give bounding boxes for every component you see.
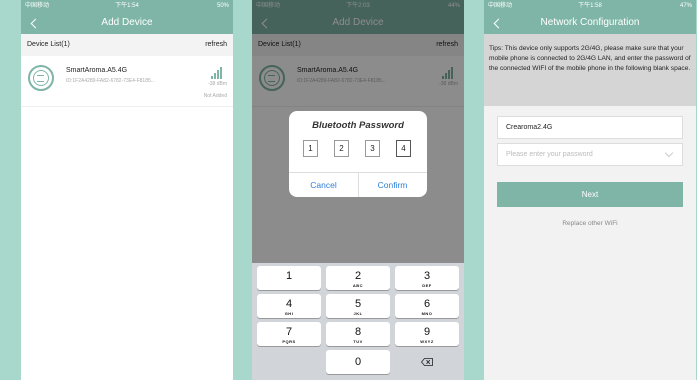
- key-4[interactable]: 4 GHI: [257, 294, 321, 318]
- pin-digit-1[interactable]: 1: [303, 140, 318, 157]
- back-icon[interactable]: [27, 12, 43, 34]
- cancel-button[interactable]: Cancel: [289, 173, 359, 197]
- password-field[interactable]: Please enter your password: [497, 143, 683, 166]
- key-number: 9: [423, 326, 431, 338]
- key-5[interactable]: 5 JKL: [326, 294, 390, 318]
- key-number: 8: [354, 326, 362, 338]
- device-id: ID:1F2A4289-FA82-6782-73E4-F8185...: [66, 78, 155, 84]
- key-6[interactable]: 6 MNO: [395, 294, 459, 318]
- device-status: Not Added: [203, 93, 227, 99]
- key-2[interactable]: 2 ABC: [326, 266, 390, 290]
- key-number: 2: [354, 270, 362, 282]
- key-8[interactable]: 8 TUV: [326, 322, 390, 346]
- key-letters: PQRS: [282, 339, 296, 344]
- device-list-header: Device List(1) refresh: [21, 34, 233, 56]
- signal-strength-icon: [211, 67, 225, 79]
- pin-digit-2[interactable]: 2: [334, 140, 349, 157]
- device-name: SmartAroma.A5.4G: [66, 67, 128, 74]
- key-7[interactable]: 7 PQRS: [257, 322, 321, 346]
- key-number: 3: [423, 270, 431, 282]
- battery-label: 47%: [679, 3, 692, 9]
- battery-label: 50%: [216, 3, 229, 9]
- pin-digit-3[interactable]: 3: [365, 140, 380, 157]
- next-button[interactable]: Next: [497, 182, 683, 207]
- key-1[interactable]: 1: [257, 266, 321, 290]
- confirm-button[interactable]: Confirm: [358, 173, 427, 197]
- key-9[interactable]: 9 WXYZ: [395, 322, 459, 346]
- key-number: 1: [285, 270, 293, 282]
- wifi-ssid-field[interactable]: Crearoma2.4G: [497, 116, 683, 139]
- key-number: 4: [285, 298, 293, 310]
- password-placeholder: Please enter your password: [506, 151, 593, 158]
- screen-network-configuration: 中国移动 下午1:58 47% Network Configuration Ti…: [484, 0, 696, 380]
- status-bar: 中国移动 下午1:58 47%: [484, 0, 696, 12]
- dialog-buttons: Cancel Confirm: [289, 172, 427, 197]
- back-icon[interactable]: [490, 12, 506, 34]
- backspace-icon: [421, 358, 433, 366]
- key-letters: GHI: [284, 311, 294, 316]
- backspace-key[interactable]: [395, 350, 459, 374]
- key-letters: WXYZ: [420, 339, 434, 344]
- key-number: 0: [354, 356, 362, 368]
- pin-digit-4[interactable]: 4: [396, 140, 411, 157]
- key-number: 5: [354, 298, 362, 310]
- page-title: Add Device: [101, 17, 153, 28]
- dialog-title: Bluetooth Password: [312, 120, 404, 131]
- device-list-item[interactable]: SmartAroma.A5.4G ID:1F2A4289-FA82-6782-7…: [21, 56, 233, 107]
- nav-bar: Network Configuration: [484, 12, 696, 34]
- aroma-diffuser-icon: [28, 65, 54, 91]
- wifi-form: Crearoma2.4G Please enter your password …: [484, 106, 696, 380]
- key-letters: MNO: [421, 311, 433, 316]
- key-letters: JKL: [353, 311, 363, 316]
- status-bar: 中国移动 下午1:54 50%: [21, 0, 233, 12]
- nav-bar: Add Device: [21, 12, 233, 34]
- screen-bluetooth-password: 中国移动 下午2:03 44% Add Device Device List(1…: [252, 0, 464, 380]
- key-blank: [257, 350, 321, 374]
- key-number: 6: [423, 298, 431, 310]
- device-list-label: Device List(1): [27, 41, 70, 48]
- time-label: 下午1:54: [115, 3, 139, 9]
- page-title: Network Configuration: [540, 17, 640, 28]
- key-number: 7: [285, 326, 293, 338]
- time-label: 下午1:58: [578, 3, 602, 9]
- screen-add-device: 中国移动 下午1:54 50% Add Device Device List(1…: [21, 0, 233, 380]
- key-letters: ABC: [352, 283, 364, 288]
- key-letters: TUV: [353, 339, 363, 344]
- device-rssi: -38 dBm: [208, 81, 227, 87]
- tips-text: Tips: This device only supports 2G/4G, p…: [484, 34, 696, 106]
- numeric-keypad: 1 2 ABC 3 DEF 4 GHI 5 JKL 6 MNO 7 PQRS 8 TUV 9W…: [252, 263, 464, 380]
- key-3[interactable]: 3 DEF: [395, 266, 459, 290]
- replace-wifi-link[interactable]: Replace other WiFi: [484, 220, 696, 227]
- key-0[interactable]: 0: [326, 350, 390, 374]
- key-letters: DEF: [422, 283, 432, 288]
- refresh-button[interactable]: refresh: [205, 34, 227, 56]
- chevron-down-icon: [664, 148, 674, 158]
- bluetooth-password-dialog: Bluetooth Password 1 2 3 4 Cancel Confir…: [289, 111, 427, 197]
